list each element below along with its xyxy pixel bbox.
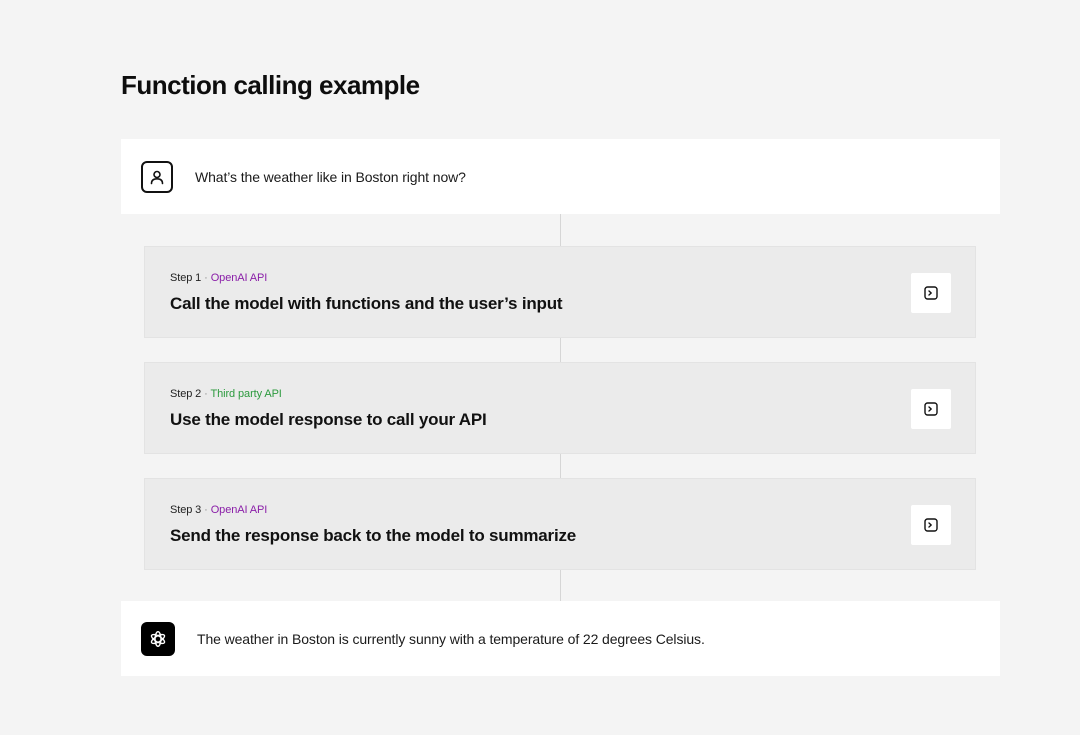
step-label: Step 1 · OpenAI API — [170, 272, 267, 284]
openai-logo-icon — [141, 621, 175, 656]
step-title: Send the response back to the model to s… — [170, 526, 577, 545]
expand-step-button[interactable] — [911, 389, 951, 429]
step-separator: · — [204, 504, 208, 516]
flow-connector — [560, 214, 561, 247]
step-title: Use the model response to call your API — [170, 410, 487, 429]
user-icon — [141, 160, 173, 193]
terminal-icon — [924, 286, 938, 300]
step-separator: · — [204, 272, 208, 284]
flow-connector — [560, 454, 561, 479]
expand-step-button[interactable] — [911, 505, 951, 545]
step-number: Step 1 — [170, 272, 202, 284]
step-title: Call the model with functions and the us… — [170, 294, 563, 313]
api-badge: Third party API — [210, 388, 282, 400]
expand-step-button[interactable] — [911, 273, 951, 313]
user-message-text: What’s the weather like in Boston right … — [195, 168, 466, 185]
page-title: Function calling example — [121, 70, 420, 100]
step-number: Step 2 — [170, 388, 202, 400]
step-card-3[interactable]: Step 3 · OpenAI API Send the response ba… — [144, 478, 976, 570]
step-label: Step 2 · Third party API — [170, 388, 282, 400]
api-badge: OpenAI API — [210, 504, 268, 516]
step-separator: · — [204, 388, 208, 400]
step-card-1[interactable]: Step 1 · OpenAI API Call the model with … — [144, 246, 976, 338]
api-badge: OpenAI API — [210, 272, 268, 284]
assistant-message-card: The weather in Boston is currently sunny… — [121, 601, 1000, 676]
flow-connector — [560, 570, 561, 602]
flow-connector — [560, 338, 561, 363]
step-label: Step 3 · OpenAI API — [170, 504, 267, 516]
terminal-icon — [924, 402, 938, 416]
terminal-icon — [924, 518, 938, 532]
assistant-message-text: The weather in Boston is currently sunny… — [197, 630, 705, 647]
step-number: Step 3 — [170, 504, 202, 516]
user-message-card: What’s the weather like in Boston right … — [121, 139, 1000, 214]
step-card-2[interactable]: Step 2 · Third party API Use the model r… — [144, 362, 976, 454]
